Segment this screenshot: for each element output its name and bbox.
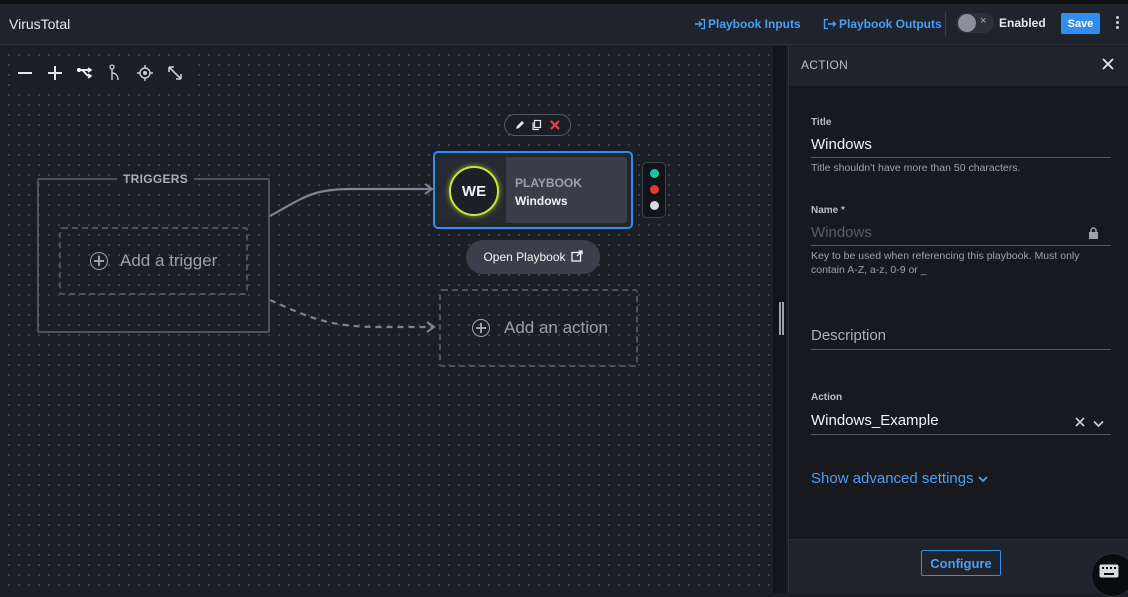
add-trigger-button[interactable]: Add a trigger bbox=[59, 227, 248, 295]
action-label: Action bbox=[811, 392, 843, 403]
chevron-down-icon[interactable] bbox=[1093, 415, 1104, 433]
node-avatar-area: WE bbox=[439, 157, 506, 223]
zoom-out-icon[interactable] bbox=[10, 58, 40, 88]
app-title: VirusTotal bbox=[9, 16, 71, 32]
sign-in-icon bbox=[694, 18, 706, 30]
node-info: PLAYBOOK Windows bbox=[506, 157, 627, 223]
playbook-outputs-label: Playbook Outputs bbox=[839, 17, 942, 31]
top-bar: VirusTotal Playbook Inputs Playbook Outp… bbox=[0, 0, 1128, 45]
playbook-node[interactable]: WE PLAYBOOK Windows bbox=[433, 151, 633, 229]
center-target-icon[interactable] bbox=[130, 58, 160, 88]
success-port[interactable] bbox=[650, 169, 659, 178]
description-input[interactable]: Description bbox=[811, 327, 886, 344]
node-avatar: WE bbox=[449, 166, 499, 216]
title-help-text: Title shouldn't have more than 50 charac… bbox=[811, 162, 1021, 174]
plus-circle-icon bbox=[90, 252, 108, 270]
name-underline bbox=[811, 245, 1111, 246]
toggle-off-icon: × bbox=[980, 15, 987, 27]
toggle-knob bbox=[958, 14, 976, 32]
enabled-label: Enabled bbox=[999, 16, 1046, 30]
configure-button[interactable]: Configure bbox=[921, 550, 1001, 576]
add-trigger-label: Add a trigger bbox=[120, 251, 218, 270]
playbook-inputs-label: Playbook Inputs bbox=[708, 17, 801, 31]
action-underline bbox=[811, 434, 1111, 435]
delete-icon[interactable] bbox=[548, 118, 562, 132]
open-playbook-button[interactable]: Open Playbook bbox=[466, 240, 600, 274]
fork-icon[interactable] bbox=[100, 58, 130, 88]
duplicate-icon[interactable] bbox=[530, 118, 544, 132]
topbar-divider bbox=[945, 12, 946, 36]
name-help-text: Key to be used when referencing this pla… bbox=[811, 250, 1080, 276]
plus-circle-icon bbox=[472, 319, 490, 337]
lock-icon bbox=[1088, 226, 1099, 244]
open-playbook-label: Open Playbook bbox=[483, 250, 566, 264]
title-label: Title bbox=[811, 117, 832, 128]
canvas-toolbar bbox=[10, 58, 192, 88]
fit-screen-icon[interactable] bbox=[160, 58, 190, 88]
panel-resize-handle[interactable] bbox=[779, 302, 784, 335]
clear-icon[interactable] bbox=[1075, 414, 1085, 432]
playbook-outputs-link[interactable]: Playbook Outputs bbox=[823, 17, 942, 31]
enabled-toggle[interactable]: × bbox=[956, 13, 994, 33]
default-port[interactable] bbox=[650, 201, 659, 210]
node-toolbar bbox=[504, 114, 571, 136]
node-name: Windows bbox=[515, 194, 568, 208]
action-panel: ACTION Title Windows Title shouldn't hav… bbox=[788, 46, 1128, 593]
add-action-button[interactable]: Add an action bbox=[439, 289, 638, 367]
description-underline bbox=[811, 349, 1111, 350]
save-button[interactable]: Save bbox=[1061, 13, 1100, 34]
title-underline bbox=[811, 157, 1111, 158]
advanced-settings-link[interactable]: Show advanced settings bbox=[811, 470, 988, 487]
external-link-icon bbox=[570, 249, 583, 265]
more-options-icon[interactable] bbox=[1113, 15, 1121, 31]
zoom-in-icon[interactable] bbox=[40, 58, 70, 88]
name-input[interactable]: Windows bbox=[811, 224, 872, 241]
panel-title: ACTION bbox=[801, 58, 849, 72]
sign-out-icon bbox=[823, 18, 837, 30]
edit-icon[interactable] bbox=[513, 118, 527, 132]
close-icon[interactable] bbox=[1100, 56, 1116, 72]
triggers-label: TRIGGERS bbox=[117, 172, 195, 186]
name-label: Name * bbox=[811, 205, 845, 216]
top-strip bbox=[0, 0, 1128, 4]
action-select[interactable]: Windows_Example bbox=[811, 412, 939, 429]
add-action-label: Add an action bbox=[504, 318, 608, 337]
node-kind: PLAYBOOK bbox=[515, 176, 582, 190]
failure-port[interactable] bbox=[650, 185, 659, 194]
panel-header: ACTION bbox=[789, 46, 1128, 86]
keyboard-icon[interactable] bbox=[1091, 553, 1128, 597]
playbook-inputs-link[interactable]: Playbook Inputs bbox=[694, 17, 801, 31]
chevron-down-icon bbox=[977, 470, 988, 487]
branch-icon[interactable] bbox=[70, 58, 100, 88]
title-input[interactable]: Windows bbox=[811, 136, 872, 153]
node-ports bbox=[642, 162, 666, 218]
advanced-settings-label: Show advanced settings bbox=[811, 470, 974, 487]
panel-footer: Configure bbox=[789, 539, 1128, 593]
